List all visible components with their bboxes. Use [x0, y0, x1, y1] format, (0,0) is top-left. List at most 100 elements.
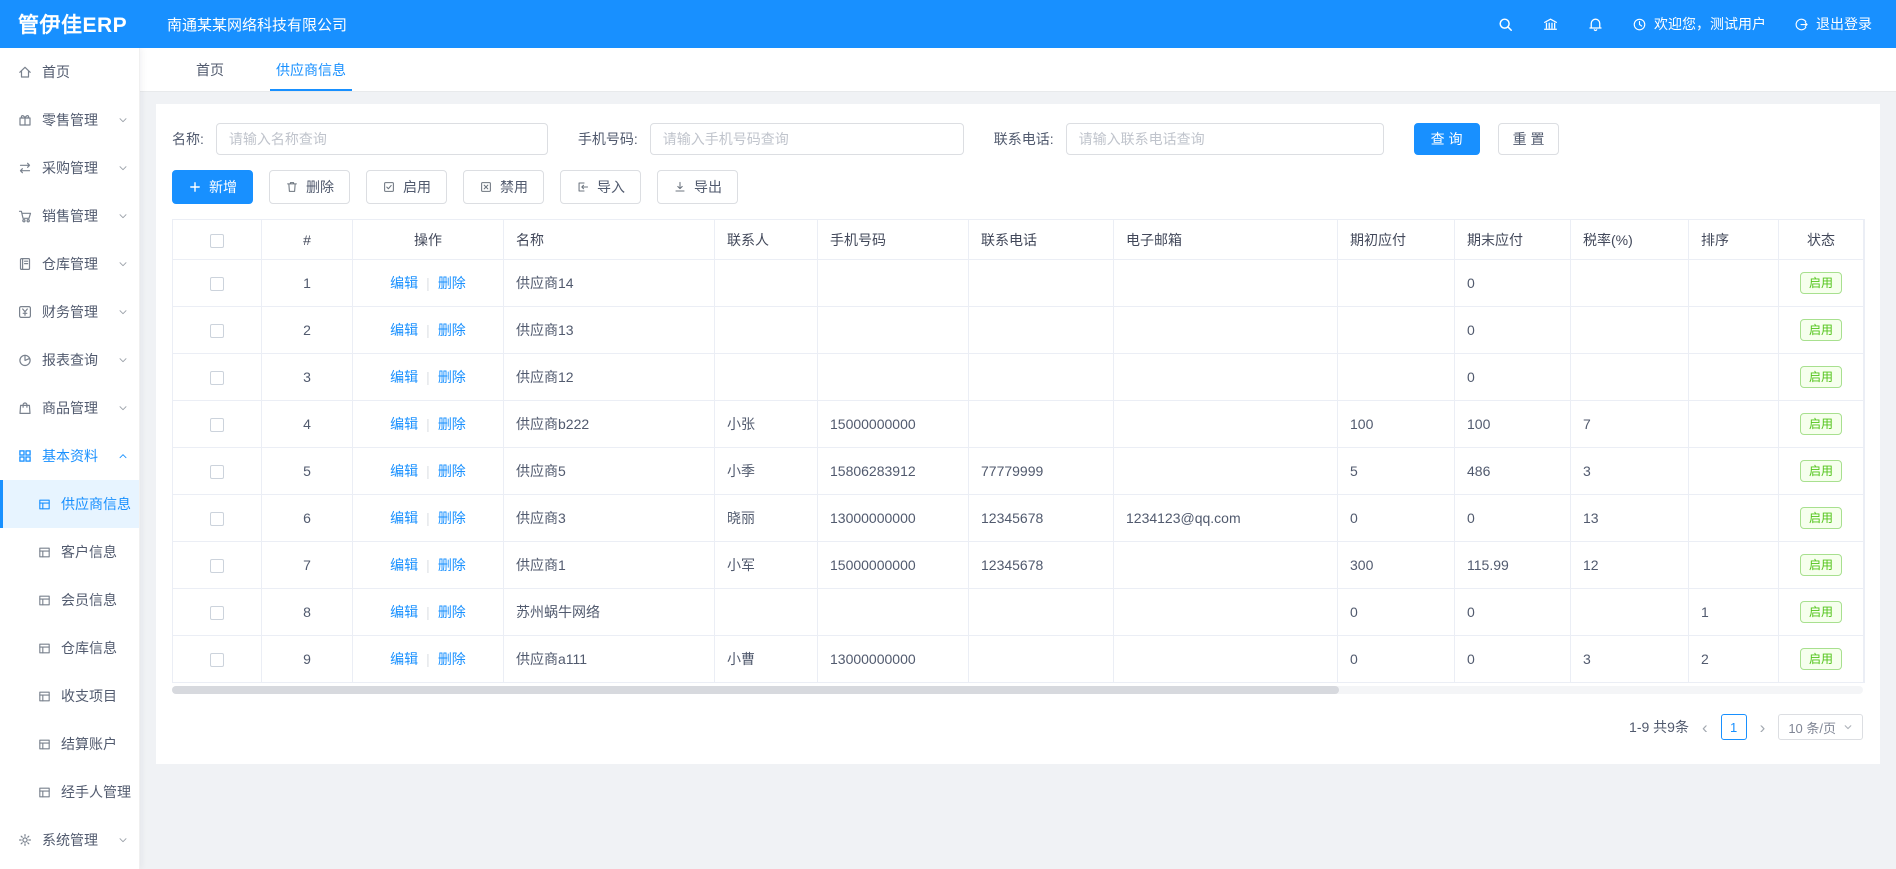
row-checkbox[interactable] [210, 418, 224, 432]
edit-link[interactable]: 编辑 [390, 367, 418, 387]
doc-icon [37, 545, 52, 560]
delete-link[interactable]: 删除 [438, 555, 466, 575]
table-row: 2编辑|删除供应商130启用 [173, 307, 1864, 354]
delete-link[interactable]: 删除 [438, 508, 466, 528]
horizontal-scrollbar[interactable] [172, 686, 1863, 694]
tab-home[interactable]: 首页 [196, 48, 224, 91]
delete-button[interactable]: 删除 [269, 170, 350, 204]
row-checkbox[interactable] [210, 653, 224, 667]
link-divider: | [426, 416, 430, 432]
page-size-select[interactable]: 10 条/页 [1778, 714, 1863, 740]
edit-link[interactable]: 编辑 [390, 508, 418, 528]
sidebar-item-system[interactable]: 系统管理 [0, 816, 139, 864]
search-form: 名称: 手机号码: 联系电话: 查 询 重 置 [172, 123, 1864, 155]
cell-opening [1338, 307, 1455, 354]
enable-button[interactable]: 启用 [366, 170, 447, 204]
row-checkbox[interactable] [210, 465, 224, 479]
reset-button[interactable]: 重 置 [1498, 123, 1560, 155]
cell-contact [715, 307, 818, 354]
delete-link[interactable]: 删除 [438, 461, 466, 481]
status-badge: 启用 [1800, 413, 1842, 435]
delete-link[interactable]: 删除 [438, 602, 466, 622]
edit-link[interactable]: 编辑 [390, 602, 418, 622]
sidebar-item-goods[interactable]: 商品管理 [0, 384, 139, 432]
column-header: 手机号码 [818, 220, 969, 260]
sidebar-item-income-expense[interactable]: 收支项目 [0, 672, 139, 720]
check-square-icon [382, 180, 396, 194]
sidebar-item-member-info[interactable]: 会员信息 [0, 576, 139, 624]
row-checkbox[interactable] [210, 559, 224, 573]
sidebar-item-warehouse-info[interactable]: 仓库信息 [0, 624, 139, 672]
cell-name: 供应商14 [504, 260, 715, 307]
phone-search-input[interactable] [650, 123, 964, 155]
sidebar-item-purchase[interactable]: 采购管理 [0, 144, 139, 192]
sidebar-item-label: 经手人管理 [61, 782, 131, 802]
row-checkbox[interactable] [210, 324, 224, 338]
cell-tel [969, 260, 1114, 307]
add-button[interactable]: 新增 [172, 170, 253, 204]
cell-name: 供应商5 [504, 448, 715, 495]
welcome-user[interactable]: 欢迎您，测试用户 [1632, 14, 1766, 34]
cell-closing: 115.99 [1455, 542, 1571, 589]
edit-link[interactable]: 编辑 [390, 461, 418, 481]
row-checkbox[interactable] [210, 277, 224, 291]
table-row: 6编辑|删除供应商3晓丽13000000000123456781234123@q… [173, 495, 1864, 542]
sidebar-item-customer-info[interactable]: 客户信息 [0, 528, 139, 576]
export-icon [673, 180, 687, 194]
sidebar-item-sales[interactable]: 销售管理 [0, 192, 139, 240]
bank-icon[interactable] [1542, 16, 1559, 33]
row-checkbox[interactable] [210, 512, 224, 526]
cell-mobile [818, 354, 969, 401]
sidebar-item-warehouse[interactable]: 仓库管理 [0, 240, 139, 288]
chevron-down-icon [117, 354, 129, 366]
edit-link[interactable]: 编辑 [390, 414, 418, 434]
disable-button[interactable]: 禁用 [463, 170, 544, 204]
delete-link[interactable]: 删除 [438, 273, 466, 293]
name-search-input[interactable] [216, 123, 548, 155]
vertical-scrollbar[interactable] [1864, 219, 1865, 683]
sidebar-item-finance[interactable]: 财务管理 [0, 288, 139, 336]
sidebar-item-basic-data[interactable]: 基本资料 [0, 432, 139, 480]
import-button[interactable]: 导入 [560, 170, 641, 204]
cell-contact [715, 589, 818, 636]
cell-email [1114, 401, 1338, 448]
sidebar-item-supplier-info[interactable]: 供应商信息 [0, 480, 139, 528]
cell-mobile [818, 307, 969, 354]
delete-link[interactable]: 删除 [438, 320, 466, 340]
next-page-button[interactable]: › [1758, 719, 1768, 736]
sidebar-item-settlement-account[interactable]: 结算账户 [0, 720, 139, 768]
page-1-button[interactable]: 1 [1721, 714, 1747, 740]
app-logo[interactable]: 管伊佳ERP [0, 9, 145, 39]
row-checkbox[interactable] [210, 606, 224, 620]
cell-contact: 晓丽 [715, 495, 818, 542]
tel-search-input[interactable] [1066, 123, 1384, 155]
row-index: 9 [262, 636, 353, 683]
tab-supplier-info[interactable]: 供应商信息 [276, 48, 346, 91]
status-badge: 启用 [1800, 648, 1842, 670]
link-divider: | [426, 463, 430, 479]
edit-link[interactable]: 编辑 [390, 320, 418, 340]
edit-link[interactable]: 编辑 [390, 273, 418, 293]
sidebar-item-retail[interactable]: 零售管理 [0, 96, 139, 144]
prev-page-button[interactable]: ‹ [1700, 719, 1710, 736]
trash-icon [285, 180, 299, 194]
cell-closing: 0 [1455, 354, 1571, 401]
cell-name: 供应商a111 [504, 636, 715, 683]
query-button[interactable]: 查 询 [1414, 123, 1480, 155]
scrollbar-thumb[interactable] [172, 686, 1339, 694]
sidebar-item-handler-mgmt[interactable]: 经手人管理 [0, 768, 139, 816]
delete-link[interactable]: 删除 [438, 367, 466, 387]
bell-icon[interactable] [1587, 16, 1604, 33]
cell-tel: 12345678 [969, 495, 1114, 542]
sidebar-item-reports[interactable]: 报表查询 [0, 336, 139, 384]
edit-link[interactable]: 编辑 [390, 555, 418, 575]
select-all-checkbox[interactable] [210, 234, 224, 248]
export-button[interactable]: 导出 [657, 170, 738, 204]
sidebar-item-home[interactable]: 首页 [0, 48, 139, 96]
delete-link[interactable]: 删除 [438, 414, 466, 434]
edit-link[interactable]: 编辑 [390, 649, 418, 669]
row-checkbox[interactable] [210, 371, 224, 385]
logout-button[interactable]: 退出登录 [1794, 14, 1872, 34]
delete-link[interactable]: 删除 [438, 649, 466, 669]
search-icon[interactable] [1497, 16, 1514, 33]
